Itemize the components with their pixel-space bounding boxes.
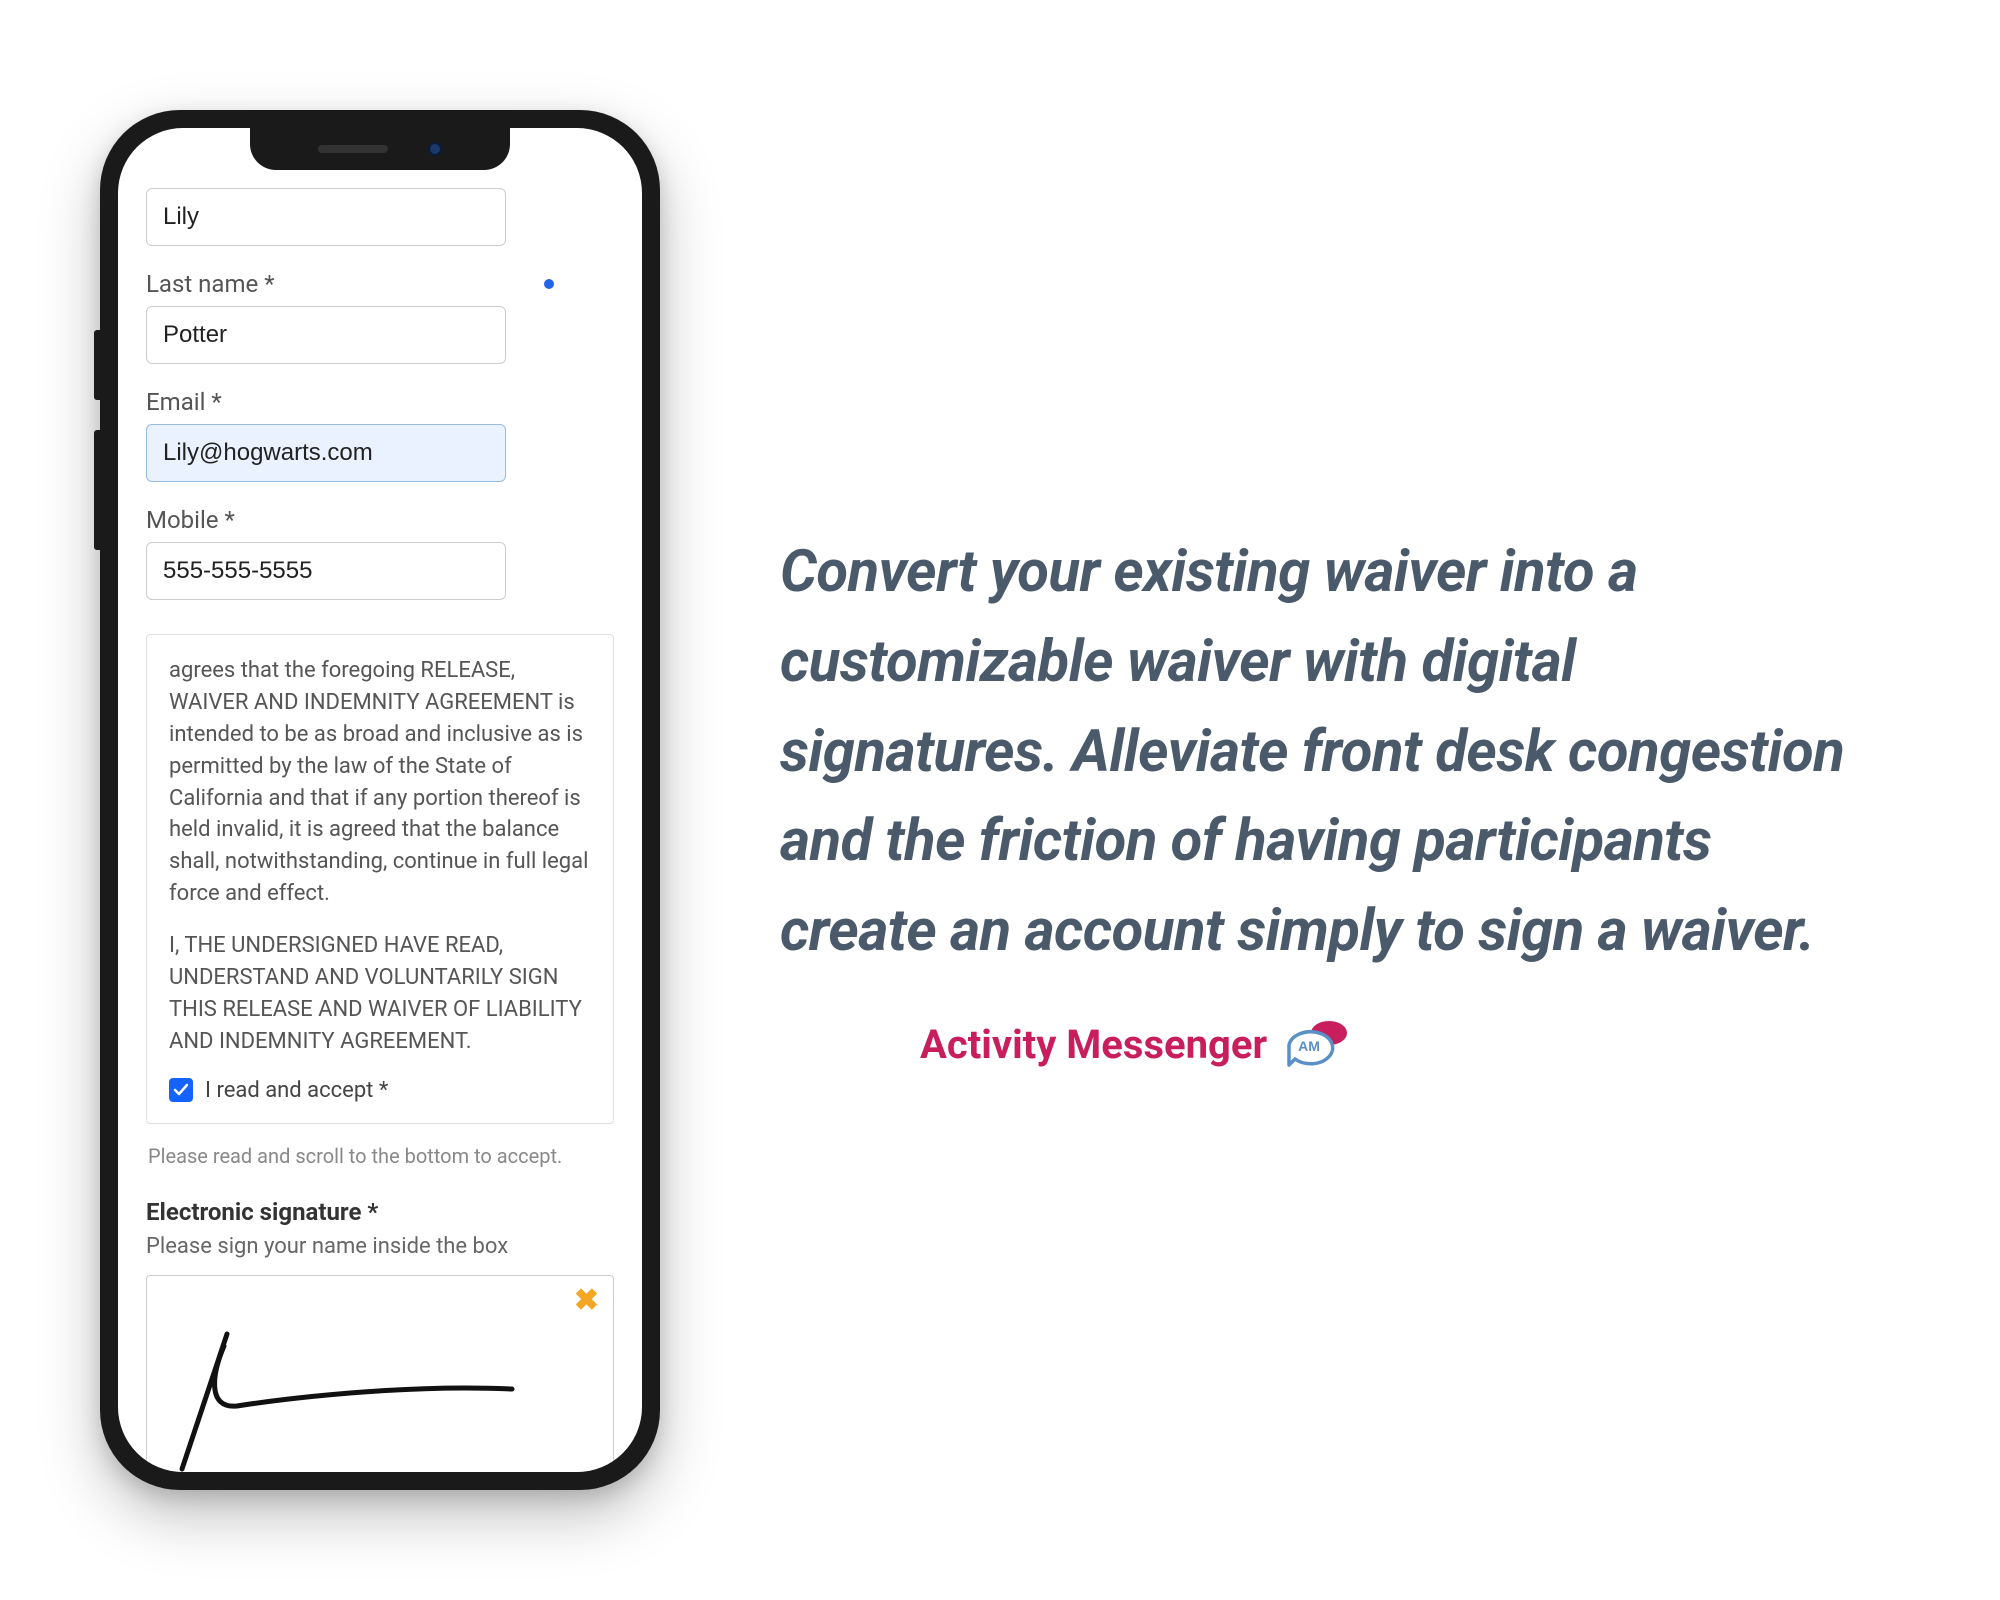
last-name-label: Last name * [146, 270, 614, 298]
waiver-paragraph-1: agrees that the foregoing RELEASE, WAIVE… [169, 655, 591, 910]
accept-label: I read and accept * [205, 1078, 388, 1103]
scroll-hint: Please read and scroll to the bottom to … [148, 1144, 614, 1168]
front-camera-icon [428, 142, 442, 156]
page-container: Last name * Email * Mobile * [0, 0, 2000, 1600]
marketing-panel: Convert your existing waiver into a cust… [780, 528, 1900, 1072]
phone-frame: Last name * Email * Mobile * [100, 110, 660, 1490]
brand-badge-text: AM [1298, 1038, 1320, 1054]
clear-signature-icon[interactable]: ✖ [574, 1286, 599, 1316]
accept-row[interactable]: I read and accept * [169, 1078, 591, 1103]
email-field: Email * [146, 388, 614, 482]
first-name-input[interactable] [146, 188, 506, 246]
waiver-form-screen: Last name * Email * Mobile * [118, 128, 642, 1472]
last-name-input[interactable] [146, 306, 506, 364]
email-input[interactable] [146, 424, 506, 482]
phone-screen-area: Last name * Email * Mobile * [118, 128, 642, 1472]
mobile-field: Mobile * [146, 506, 614, 600]
marketing-headline: Convert your existing waiver into a cust… [780, 528, 1860, 977]
waiver-text-box[interactable]: agrees that the foregoing RELEASE, WAIVE… [146, 634, 614, 1124]
phone-notch [250, 128, 510, 170]
signature-heading: Electronic signature * [146, 1198, 614, 1226]
signature-subheading: Please sign your name inside the box [146, 1234, 614, 1259]
phone-mockup: Last name * Email * Mobile * [100, 110, 660, 1490]
autofill-indicator-icon [544, 279, 554, 289]
speaker-grill [318, 145, 388, 153]
brand-logo-icon: AM [1281, 1017, 1351, 1072]
mobile-label: Mobile * [146, 506, 614, 534]
brand-name: Activity Messenger [920, 1021, 1267, 1068]
last-name-label-text: Last name * [146, 270, 275, 298]
first-name-field [146, 188, 614, 246]
signature-stroke [152, 1314, 532, 1472]
check-icon [173, 1082, 189, 1098]
email-label: Email * [146, 388, 614, 416]
brand-block: Activity Messenger AM [920, 1017, 1860, 1072]
accept-checkbox[interactable] [169, 1078, 193, 1102]
mobile-input[interactable] [146, 542, 506, 600]
signature-pad[interactable]: ✖ [146, 1275, 614, 1472]
waiver-paragraph-2: I, THE UNDERSIGNED HAVE READ, UNDERSTAND… [169, 930, 591, 1058]
last-name-field: Last name * [146, 270, 614, 364]
